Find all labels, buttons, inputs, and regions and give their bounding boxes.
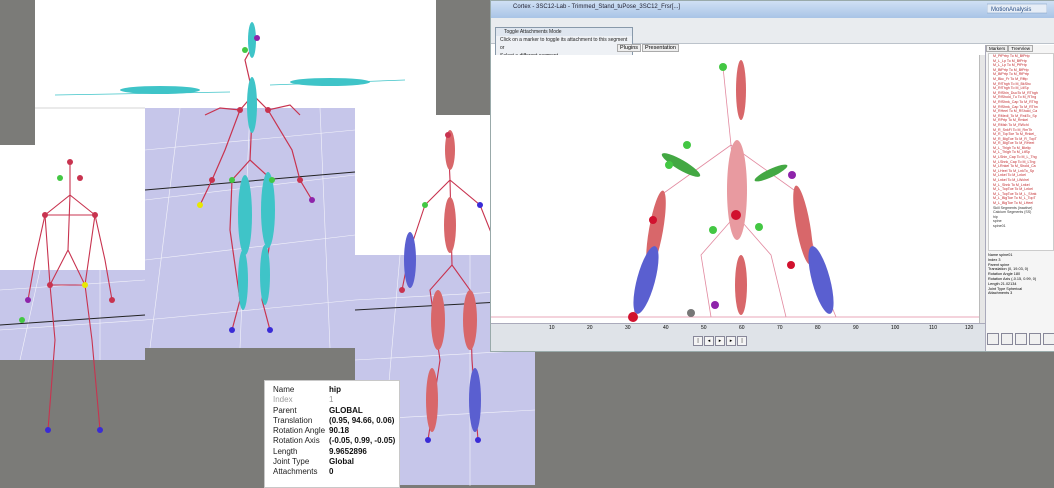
mode-button[interactable] <box>1029 333 1041 345</box>
first-frame-button[interactable]: | <box>693 336 703 346</box>
ruler-tick: 60 <box>739 325 745 331</box>
last-frame-button[interactable]: | <box>737 336 747 346</box>
zoom-button[interactable] <box>1043 333 1054 345</box>
prop-key: Parent <box>273 405 297 415</box>
timeline[interactable]: 10 20 30 40 50 60 70 80 90 100 110 120 |… <box>491 323 985 351</box>
prop-value: 1 <box>329 395 334 405</box>
ruler-tick: 110 <box>929 325 937 331</box>
prop-row-attachments: Attachments 0 <box>273 467 399 477</box>
logo-icon: MotionAnalysis <box>987 3 1047 14</box>
prop-value: 0 <box>329 467 334 477</box>
tree-list[interactable]: M_PfPrtry To M_BfPrtp M_L_Lp To M_BfPrtp M… <box>988 53 1054 251</box>
cortex-viewport[interactable] <box>491 55 979 323</box>
logo-text: MotionAnalysis <box>991 7 1031 13</box>
prop-value: 9.9652896 <box>329 446 367 456</box>
prop-value: 90.18 <box>329 426 350 436</box>
tree-group-item[interactable]: spine01 <box>989 224 1053 229</box>
prop-row-joint-type: Joint Type Global <box>273 457 399 467</box>
properties-table: Name hip Index 1 Parent GLOBAL Translation (… <box>273 385 399 478</box>
window-title: Cortex - 3SC12-Lab - Trimmed_Stand_tuPos… <box>513 4 681 10</box>
prop-key: Translation <box>273 415 313 425</box>
prop-row-rotation-angle: Rotation Angle 90.18 <box>273 426 399 436</box>
ruler-tick: 30 <box>625 325 631 331</box>
ruler-tick: 70 <box>777 325 783 331</box>
right-tabs: Markers TreeView <box>986 45 1054 52</box>
prop-row-name: Name hip <box>273 385 399 395</box>
ruler-tick: 50 <box>701 325 707 331</box>
prop-row-index: Index 1 <box>273 395 399 405</box>
prop-key: Joint Type <box>273 457 310 467</box>
ruler-tick: 40 <box>663 325 669 331</box>
prop-value: (0.95, 94.66, 0.06) <box>329 415 395 425</box>
prev-frame-button[interactable]: ◂ <box>704 336 714 346</box>
ruler-tick: 80 <box>815 325 821 331</box>
segment-prop-row: Attachments 3 <box>988 291 1013 296</box>
prop-key: Rotation Angle <box>273 426 326 436</box>
ruler-tick: 20 <box>587 325 593 331</box>
prop-key: Index <box>273 395 293 405</box>
title-bar: Cortex - 3SC12-Lab - Trimmed_Stand_tuPos… <box>491 1 1054 18</box>
tab-presentation[interactable]: Presentation <box>642 44 679 52</box>
right-toolbar <box>986 331 1054 347</box>
tab-plugins[interactable]: Plugins <box>617 44 642 52</box>
cortex-window: Cortex - 3SC12-Lab - Trimmed_Stand_tuPos… <box>490 0 1054 352</box>
ruler-tick: 10 <box>549 325 555 331</box>
cortex-skeleton <box>491 60 979 322</box>
prop-value: (-0.05, 0.99, -0.05) <box>329 436 396 446</box>
forward-button[interactable] <box>1001 333 1013 345</box>
popup-title: Toggle Attachments Mode <box>496 28 632 36</box>
properties-panel: Name hip Index 1 Parent GLOBAL Translation (… <box>264 380 400 488</box>
prop-row-rotation-axis: Rotation Axis (-0.05, 0.99, -0.05) <box>273 436 399 446</box>
prop-value: Global <box>329 457 354 467</box>
prop-row-translation: Translation (0.95, 94.66, 0.06) <box>273 416 399 426</box>
view-tabs: Plugins Presentation <box>617 44 680 53</box>
prop-value: hip <box>329 385 342 394</box>
toggle-button[interactable] <box>1015 333 1027 345</box>
segment-properties: Name spine01 Index 3 Parent spine Translati… <box>988 253 1052 296</box>
prop-key: Attachments <box>273 467 318 477</box>
ruler-tick: 100 <box>891 325 900 331</box>
prop-key: Length <box>273 446 298 456</box>
ruler-tick: 90 <box>853 325 859 331</box>
back-button[interactable] <box>987 333 999 345</box>
next-frame-button[interactable]: ▸ <box>726 336 736 346</box>
prop-row-length: Length 9.9652896 <box>273 447 399 457</box>
play-button[interactable]: ▸ <box>715 336 725 346</box>
prop-key: Rotation Axis <box>273 436 320 446</box>
ruler-tick: 120 <box>965 325 974 331</box>
prop-row-parent: Parent GLOBAL <box>273 406 399 416</box>
prop-value: GLOBAL <box>329 405 363 415</box>
popup-line: Click on a marker to toggle its attachme… <box>500 37 628 51</box>
playback-controls: | ◂ ▸ ▸ | <box>693 336 748 346</box>
prop-key: Name <box>273 385 295 394</box>
treeview-panel: Markers TreeView M_PfPrtry To M_BfPrtp M_L… <box>985 45 1054 351</box>
timeline-ruler: 10 20 30 40 50 60 70 80 90 100 110 120 <box>529 325 981 334</box>
tab-treeview[interactable]: TreeView <box>1008 45 1034 52</box>
tab-markers[interactable]: Markers <box>986 45 1009 52</box>
